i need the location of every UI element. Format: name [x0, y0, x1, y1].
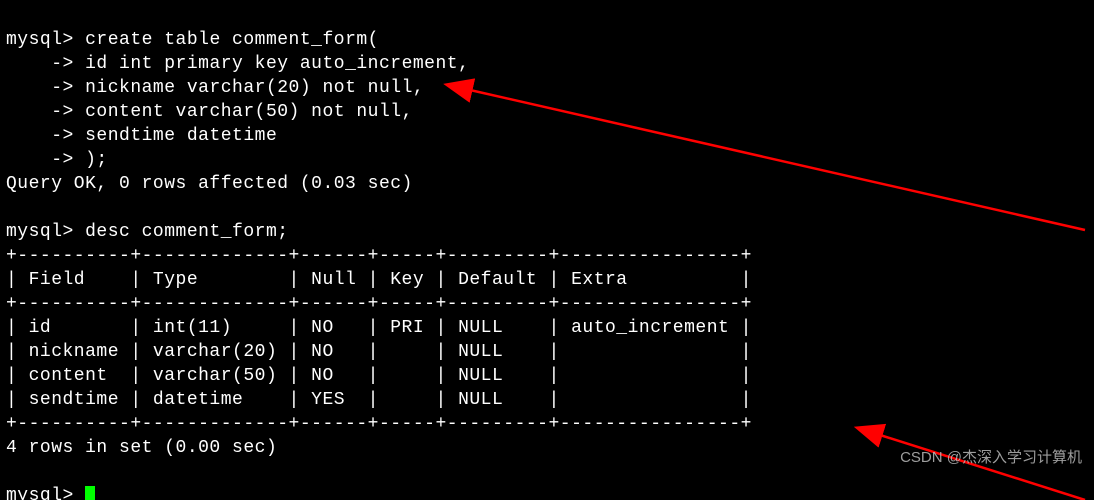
- cont-prompt: ->: [6, 150, 74, 170]
- sql-create-line: create table comment_form(: [85, 30, 379, 50]
- prompt[interactable]: mysql>: [6, 486, 74, 500]
- table-border: +----------+-------------+------+-----+-…: [6, 246, 752, 266]
- table-border: +----------+-------------+------+-----+-…: [6, 414, 752, 434]
- query-ok: Query OK, 0 rows affected (0.03 sec): [6, 174, 413, 194]
- sql-col-nickname: nickname varchar(20) not null,: [85, 78, 424, 98]
- prompt: mysql>: [6, 222, 74, 242]
- terminal-output: mysql> create table comment_form( -> id …: [0, 0, 1094, 500]
- cont-prompt: ->: [6, 126, 74, 146]
- table-border: +----------+-------------+------+-----+-…: [6, 294, 752, 314]
- rows-summary: 4 rows in set (0.00 sec): [6, 438, 277, 458]
- table-row: | nickname | varchar(20) | NO | | NULL |…: [6, 342, 752, 362]
- cont-prompt: ->: [6, 78, 74, 98]
- sql-close: );: [85, 150, 108, 170]
- watermark-text: CSDN @杰深入学习计算机: [900, 446, 1082, 470]
- sql-col-content: content varchar(50) not null,: [85, 102, 413, 122]
- table-header: | Field | Type | Null | Key | Default | …: [6, 270, 752, 290]
- sql-desc: desc comment_form;: [85, 222, 288, 242]
- table-row: | sendtime | datetime | YES | | NULL | |: [6, 390, 752, 410]
- sql-col-sendtime: sendtime datetime: [85, 126, 277, 146]
- table-row: | content | varchar(50) | NO | | NULL | …: [6, 366, 752, 386]
- cursor-icon[interactable]: [85, 486, 95, 500]
- prompt: mysql>: [6, 30, 74, 50]
- sql-col-id: id int primary key auto_increment,: [85, 54, 469, 74]
- table-row: | id | int(11) | NO | PRI | NULL | auto_…: [6, 318, 752, 338]
- cont-prompt: ->: [6, 102, 74, 122]
- cont-prompt: ->: [6, 54, 74, 74]
